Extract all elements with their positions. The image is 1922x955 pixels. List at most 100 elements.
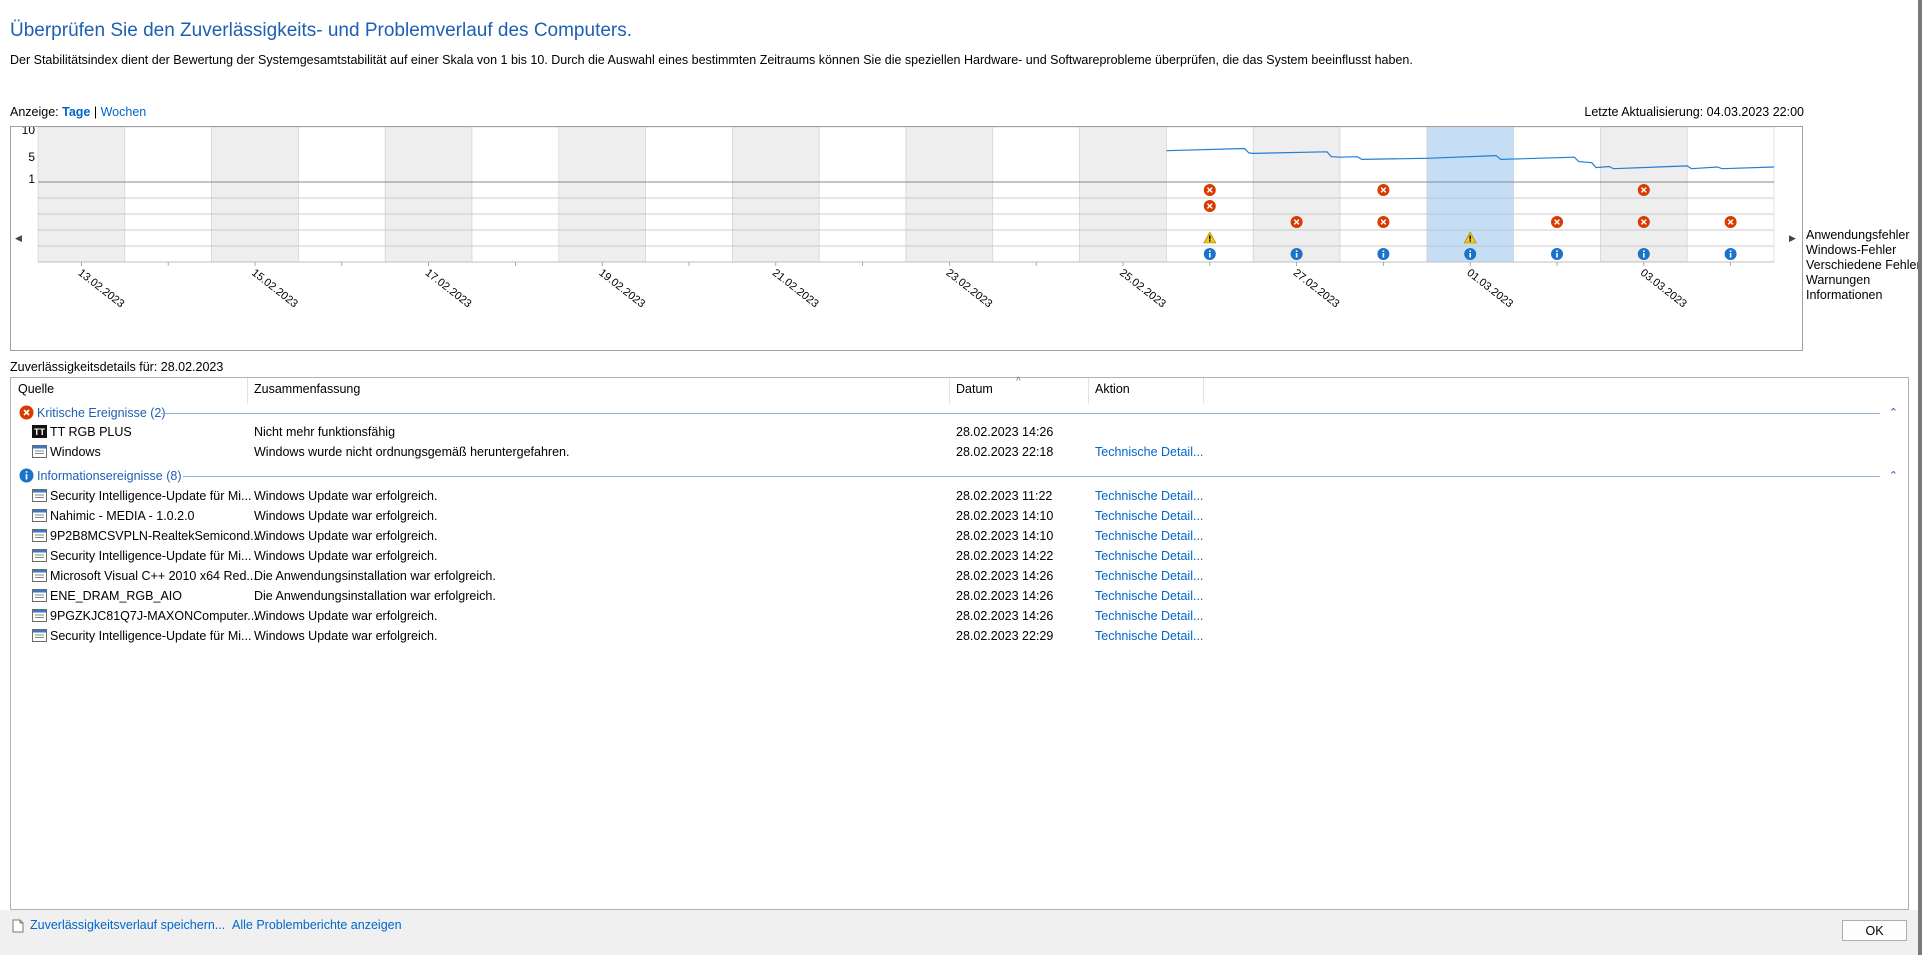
all-reports-link[interactable]: Alle Problemberichte anzeigen	[232, 918, 402, 932]
x-tick-label: 01.03.2023	[1464, 267, 1515, 310]
window-icon	[32, 529, 47, 542]
row-source: Microsoft Visual C++ 2010 x64 Red...	[50, 569, 257, 583]
warning-mark	[1469, 235, 1471, 240]
table-row[interactable]: 9PGZKJC81Q7J-MAXONComputer... Windows Upd…	[11, 606, 1908, 626]
save-history-link[interactable]: Zuverlässigkeitsverlauf speichern...	[30, 918, 225, 932]
table-row[interactable]: Security Intelligence-Update für Mi... Wi…	[11, 626, 1908, 646]
column-divider[interactable]	[1088, 378, 1089, 404]
row-date: 28.02.2023 14:26	[956, 425, 1054, 439]
technical-details-link[interactable]: Technische Detail...	[1095, 589, 1203, 603]
row-summary: Windows Update war erfolgreich.	[254, 549, 438, 563]
row-source: Security Intelligence-Update für Mi...	[50, 629, 252, 643]
day-column[interactable]	[1513, 127, 1601, 263]
day-column[interactable]	[124, 127, 212, 263]
row-source: TT RGB PLUS	[50, 425, 132, 439]
table-row[interactable]: Nahimic - MEDIA - 1.0.2.0 Windows Update …	[11, 506, 1908, 526]
chart-scroll-right-icon[interactable]: ▶	[1789, 233, 1796, 244]
info-dot	[1643, 250, 1645, 252]
table-row[interactable]: Windows Windows wurde nicht ordnungsgemä…	[11, 442, 1908, 462]
table-row[interactable]: Microsoft Visual C++ 2010 x64 Red... Die …	[11, 566, 1908, 586]
table-row[interactable]: ENE_DRAM_RGB_AIO Die Anwendungsinstallati…	[11, 586, 1908, 606]
details-date-label: Zuverlässigkeitsdetails für: 28.02.2023	[10, 360, 224, 374]
group-information-events[interactable]: Informationsereignisse (8)	[19, 468, 182, 483]
row-summary: Windows Update war erfolgreich.	[254, 629, 438, 643]
table-row[interactable]: TT TT RGB PLUS Nicht mehr funktionsfähig…	[11, 422, 1908, 442]
ok-button[interactable]: OK	[1842, 920, 1907, 941]
reliability-chart-svg[interactable]: 10 5 1 13.02.2023 15.02.2023 17.02.2023 19.02.…	[11, 127, 1802, 350]
row-summary: Die Anwendungsinstallation war erfolgrei…	[254, 569, 496, 583]
window-icon	[32, 489, 47, 502]
x-tick-label: 21.02.2023	[770, 267, 821, 310]
x-tick-label: 13.02.2023	[76, 267, 127, 310]
info-dot	[1295, 250, 1298, 252]
row-date: 28.02.2023 14:26	[956, 589, 1054, 603]
row-date: 28.02.2023 11:22	[956, 489, 1053, 503]
y-tick-label: 10	[22, 127, 36, 137]
column-divider[interactable]	[949, 378, 950, 404]
column-divider[interactable]	[247, 378, 248, 404]
row-source: Security Intelligence-Update für Mi...	[50, 489, 252, 503]
info-dot	[1382, 250, 1385, 252]
window-icon	[32, 509, 47, 522]
day-column[interactable]	[1079, 127, 1167, 263]
info-dot	[1209, 250, 1211, 252]
info-dot	[1469, 250, 1471, 252]
row-date: 28.02.2023 14:26	[956, 609, 1054, 623]
day-column[interactable]	[1252, 127, 1341, 263]
day-column[interactable]	[818, 127, 907, 263]
day-column[interactable]	[211, 127, 299, 263]
table-row[interactable]: Security Intelligence-Update für Mi... Wi…	[11, 486, 1908, 506]
technical-details-link[interactable]: Technische Detail...	[1095, 629, 1203, 643]
column-header-source[interactable]: Quelle	[18, 382, 54, 396]
row-date: 28.02.2023 22:18	[956, 445, 1054, 459]
warning-dot	[1209, 240, 1211, 242]
technical-details-link[interactable]: Technische Detail...	[1095, 609, 1203, 623]
day-column[interactable]	[1686, 127, 1775, 263]
technical-details-link[interactable]: Technische Detail...	[1095, 549, 1203, 563]
collapse-critical-icon[interactable]: ⌃	[1889, 406, 1898, 419]
column-header-summary[interactable]: Zusammenfassung	[254, 382, 360, 396]
day-column[interactable]	[645, 127, 733, 263]
day-column[interactable]	[905, 127, 994, 263]
technical-details-link[interactable]: Technische Detail...	[1095, 529, 1203, 543]
warning-dot	[1469, 240, 1471, 242]
technical-details-link[interactable]: Technische Detail...	[1095, 489, 1203, 503]
info-dot	[1556, 250, 1558, 252]
column-header-action[interactable]: Aktion	[1095, 382, 1130, 396]
collapse-information-icon[interactable]: ⌃	[1889, 469, 1898, 482]
window-border	[1918, 0, 1922, 955]
column-header-date[interactable]: Datum	[956, 382, 993, 396]
info-mark	[1382, 253, 1385, 258]
window-icon	[32, 549, 47, 562]
day-column[interactable]	[558, 127, 646, 263]
group-critical-events[interactable]: Kritische Ereignisse (2)	[19, 405, 166, 420]
group-divider	[161, 413, 1880, 414]
row-summary: Windows Update war erfolgreich.	[254, 609, 438, 623]
page-title: Überprüfen Sie den Zuverlässigkeits- und…	[10, 20, 633, 41]
day-column[interactable]	[732, 127, 820, 263]
table-row[interactable]: 9P2B8MCSVPLN-RealtekSemicond... Windows U…	[11, 526, 1908, 546]
row-summary: Windows Update war erfolgreich.	[254, 529, 438, 543]
x-tick-label: 17.02.2023	[423, 267, 474, 310]
x-tick-label: 03.03.2023	[1638, 267, 1689, 310]
technical-details-link[interactable]: Technische Detail...	[1095, 509, 1203, 523]
day-column[interactable]	[471, 127, 560, 263]
chart-scroll-left-icon[interactable]: ◀	[15, 233, 22, 244]
row-source: Security Intelligence-Update für Mi...	[50, 549, 252, 563]
group-information-label: Informationsereignisse (8)	[37, 468, 182, 483]
day-column[interactable]	[298, 127, 386, 263]
error-icon	[19, 405, 34, 420]
info-icon	[19, 468, 34, 483]
view-weeks-link[interactable]: Wochen	[101, 105, 147, 119]
reliability-chart[interactable]: 10 5 1 13.02.2023 15.02.2023 17.02.2023 19.02.…	[10, 126, 1803, 351]
last-update-text: Letzte Aktualisierung: 04.03.2023 22:00	[1584, 105, 1804, 119]
day-column[interactable]	[384, 127, 473, 263]
technical-details-link[interactable]: Technische Detail...	[1095, 445, 1203, 459]
day-column[interactable]	[992, 127, 1080, 263]
view-days-link[interactable]: Tage	[62, 105, 90, 119]
column-divider[interactable]	[1203, 378, 1204, 404]
technical-details-link[interactable]: Technische Detail...	[1095, 569, 1203, 583]
day-column[interactable]	[37, 127, 126, 263]
table-row[interactable]: Security Intelligence-Update für Mi... Wi…	[11, 546, 1908, 566]
footer-bar	[0, 910, 1922, 955]
